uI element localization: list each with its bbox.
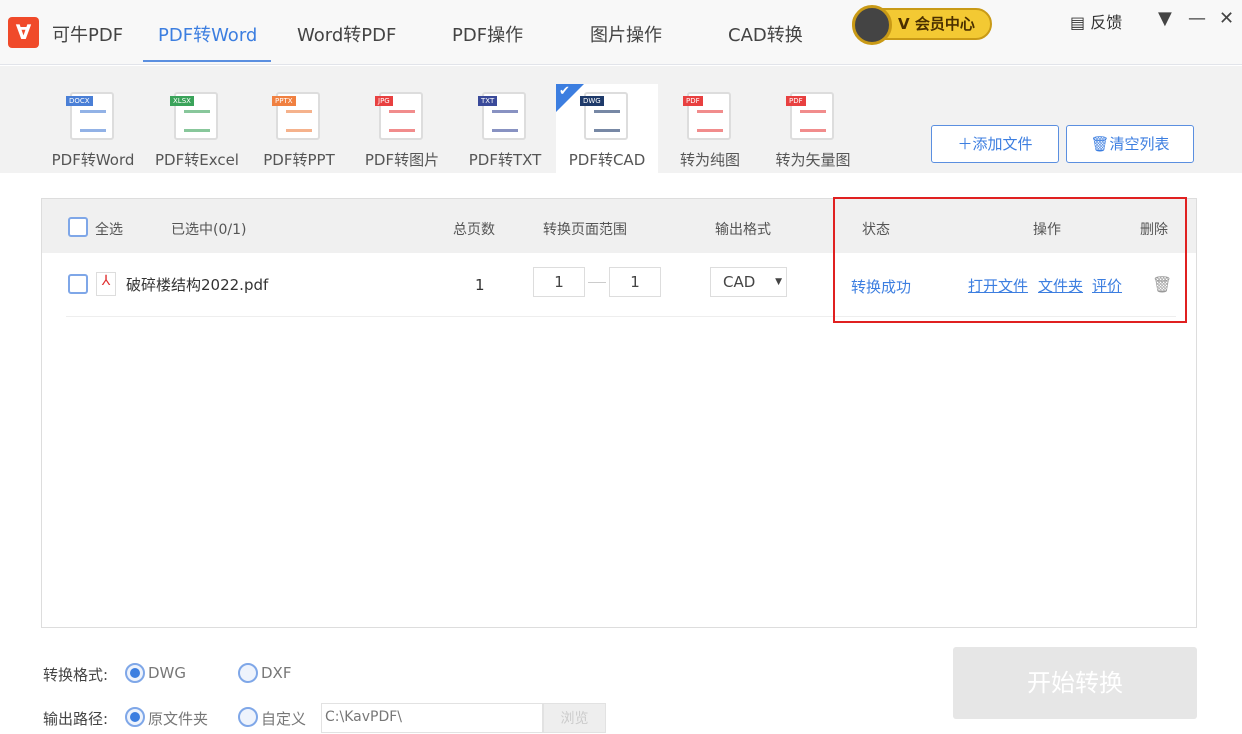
tool-4[interactable]: TXT PDF转TXT <box>454 84 556 173</box>
file-type-icon: XLSX <box>170 92 218 140</box>
format-label: 转换格式: <box>43 666 109 684</box>
tool-label: PDF转CAD <box>568 151 646 169</box>
avatar[interactable] <box>852 5 892 45</box>
tool-1[interactable]: XLSX PDF转Excel <box>146 84 248 173</box>
radio-dwg-label: DWG <box>148 664 187 682</box>
file-lines <box>286 110 312 132</box>
file-type-icon: PPTX <box>272 92 320 140</box>
tool-label: 转为矢量图 <box>775 151 851 169</box>
file-type-icon: DWG <box>580 92 628 140</box>
file-lines <box>594 110 620 132</box>
radio-dxf[interactable] <box>238 663 258 683</box>
tool-3[interactable]: JPG PDF转图片 <box>351 84 453 173</box>
select-all-checkbox[interactable] <box>68 217 88 237</box>
menu-dropdown-icon[interactable]: ▼ <box>1158 8 1172 29</box>
file-type-icon: DOCX <box>66 92 114 140</box>
tool-label: 转为纯图 <box>679 151 740 169</box>
nav-pdf-to-word[interactable]: PDF转Word <box>158 21 257 47</box>
file-name: 破碎楼结构2022.pdf <box>126 276 269 294</box>
tool-label: PDF转TXT <box>468 151 542 169</box>
radio-dwg[interactable] <box>125 663 145 683</box>
header-range: 转换页面范围 <box>543 222 627 238</box>
header-pages: 总页数 <box>453 222 495 238</box>
range-to-input[interactable]: 1 <box>609 267 661 297</box>
radio-original-label: 原文件夹 <box>148 710 209 728</box>
file-tag: PDF <box>786 96 806 106</box>
file-lines <box>389 110 415 132</box>
header-format: 输出格式 <box>715 222 771 238</box>
select-all-label: 全选 <box>95 222 123 238</box>
tool-7[interactable]: PDF 转为矢量图 <box>762 84 864 173</box>
plus-icon: ＋ <box>957 135 973 153</box>
selected-check-icon: ✔ <box>556 84 584 112</box>
add-file-button[interactable]: ＋添加文件 <box>931 125 1059 163</box>
start-convert-button[interactable]: 开始转换 <box>953 647 1197 719</box>
nav-active-indicator <box>143 60 271 62</box>
app-logo-icon: ∀ <box>8 17 39 48</box>
tool-5[interactable]: DWG PDF转CAD ✔ <box>556 84 658 173</box>
file-tag: JPG <box>375 96 393 106</box>
file-lines <box>80 110 106 132</box>
radio-custom[interactable] <box>238 707 258 727</box>
range-separator <box>588 282 606 283</box>
nav-cad[interactable]: CAD转换 <box>728 21 803 47</box>
file-type-icon: PDF <box>683 92 731 140</box>
vip-label: V 会员中心 <box>898 15 975 33</box>
radio-dxf-label: DXF <box>261 664 292 682</box>
file-tag: PDF <box>683 96 703 106</box>
close-icon[interactable]: ✕ <box>1219 8 1234 29</box>
chevron-down-icon: ▼ <box>775 277 782 287</box>
clear-list-button[interactable]: 🗑清空列表 <box>1066 125 1194 163</box>
minimize-icon[interactable]: — <box>1188 8 1206 29</box>
pdf-file-icon: ⅄ <box>96 272 116 296</box>
file-lines <box>800 110 826 132</box>
file-tag: XLSX <box>170 96 194 106</box>
path-label: 输出路径: <box>43 710 109 728</box>
highlight-box <box>833 197 1187 323</box>
file-type-icon: PDF <box>786 92 834 140</box>
file-lines <box>184 110 210 132</box>
radio-original-folder[interactable] <box>125 707 145 727</box>
tool-label: PDF转Word <box>51 151 135 169</box>
tool-2[interactable]: PPTX PDF转PPT <box>248 84 350 173</box>
file-tag: DOCX <box>66 96 93 106</box>
file-type-icon: TXT <box>478 92 526 140</box>
format-select[interactable]: CAD ▼ <box>710 267 787 297</box>
feedback-icon: ▤ <box>1070 13 1086 32</box>
file-lines <box>697 110 723 132</box>
tool-label: PDF转PPT <box>263 151 335 169</box>
tool-0[interactable]: DOCX PDF转Word <box>42 84 144 173</box>
tool-label: PDF转图片 <box>364 151 440 169</box>
trash-icon: 🗑 <box>1090 135 1110 153</box>
nav-word-to-pdf[interactable]: Word转PDF <box>297 21 396 47</box>
feedback-button[interactable]: ▤ 反馈 <box>1070 9 1122 33</box>
feedback-label: 反馈 <box>1090 13 1123 32</box>
file-lines <box>492 110 518 132</box>
nav-pdf-ops[interactable]: PDF操作 <box>452 21 523 47</box>
tool-label: PDF转Excel <box>155 151 239 169</box>
row-checkbox[interactable] <box>68 274 88 294</box>
selected-count: 已选中(0/1) <box>171 222 247 238</box>
range-from-input[interactable]: 1 <box>533 267 585 297</box>
radio-custom-label: 自定义 <box>261 710 307 728</box>
app-name: 可牛PDF <box>52 25 124 46</box>
file-type-icon: JPG <box>375 92 423 140</box>
file-tag: TXT <box>478 96 498 106</box>
file-tag: PPTX <box>272 96 296 106</box>
page-count: 1 <box>475 276 485 294</box>
nav-image-ops[interactable]: 图片操作 <box>590 21 662 47</box>
tool-6[interactable]: PDF 转为纯图 <box>659 84 761 173</box>
